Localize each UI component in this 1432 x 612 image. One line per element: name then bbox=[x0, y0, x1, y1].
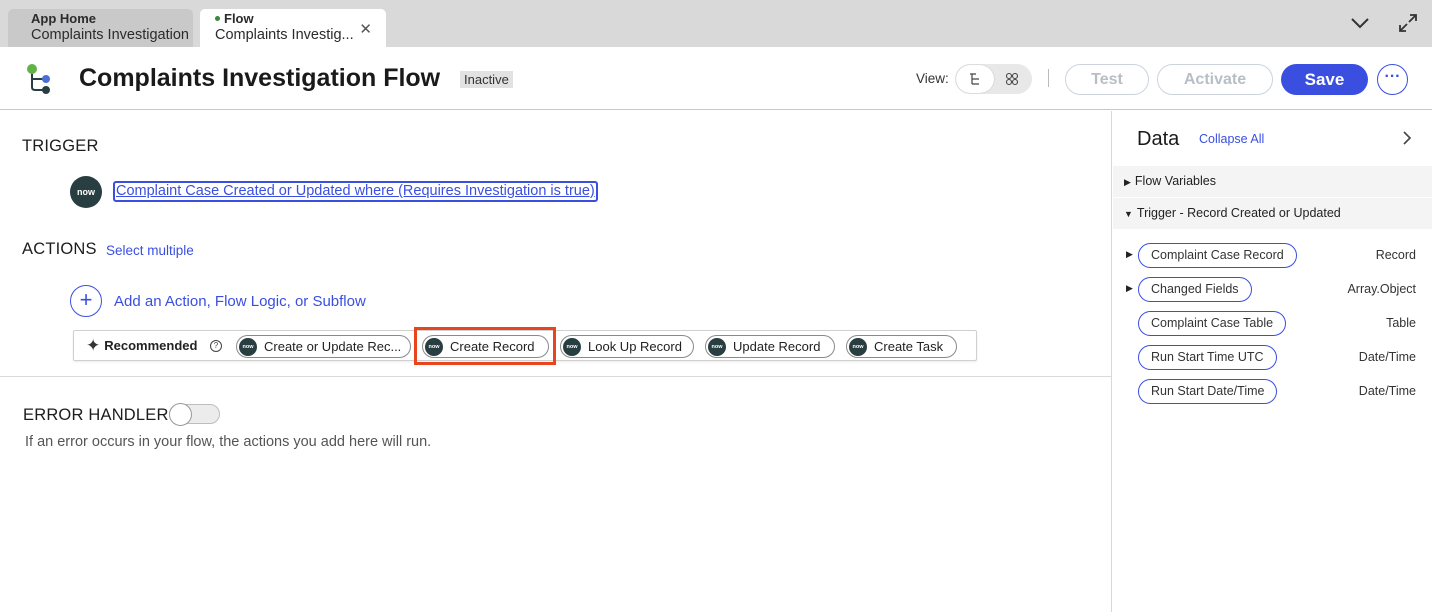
section-divider bbox=[0, 376, 1111, 377]
tab-title: Complaints Investig... bbox=[215, 27, 354, 43]
tab-label: App Home bbox=[31, 11, 96, 26]
recommended-label: Recommended bbox=[104, 338, 198, 353]
collapse-all-link[interactable]: Collapse All bbox=[1199, 132, 1264, 146]
data-panel: Data Collapse All ▶ Flow Variables ▼ Trigg… bbox=[1111, 111, 1432, 612]
trigger-section-title: TRIGGER bbox=[22, 137, 99, 155]
flow-canvas: TRIGGER now Complaint Case Created or Up… bbox=[0, 111, 1111, 612]
close-icon[interactable]: ✕ bbox=[359, 20, 372, 38]
sparkle-icon: ✦ bbox=[86, 335, 101, 355]
error-handler-description: If an error occurs in your flow, the act… bbox=[25, 434, 432, 450]
caret-right-icon: ▶ bbox=[1124, 177, 1131, 187]
chevron-down-icon[interactable] bbox=[1348, 11, 1372, 35]
data-type-label: Record bbox=[1375, 248, 1416, 262]
data-pill-complaint-case-table[interactable]: Complaint Case Table bbox=[1138, 311, 1287, 336]
now-logo-icon: now bbox=[70, 176, 102, 208]
data-type-label: Date/Time bbox=[1358, 384, 1416, 398]
caret-right-icon[interactable]: ▶ bbox=[1126, 283, 1133, 294]
help-icon[interactable]: ? bbox=[210, 340, 222, 352]
select-multiple-link[interactable]: Select multiple bbox=[106, 243, 194, 258]
trigger-link[interactable]: Complaint Case Created or Updated where … bbox=[113, 181, 598, 202]
tab-label: Flow bbox=[224, 11, 254, 26]
tab-flow[interactable]: Flow Complaints Investig... ✕ bbox=[200, 9, 386, 47]
view-label: View: bbox=[916, 71, 949, 86]
recommended-create-or-update-record[interactable]: now Create or Update Rec... bbox=[236, 335, 411, 358]
diagram-view-icon[interactable] bbox=[993, 65, 1031, 93]
data-pill-complaint-case-record[interactable]: Complaint Case Record bbox=[1138, 243, 1297, 268]
activate-button[interactable]: Activate bbox=[1157, 64, 1273, 95]
data-type-label: Table bbox=[1386, 316, 1416, 330]
chevron-right-icon[interactable] bbox=[1402, 130, 1412, 151]
view-toggle[interactable] bbox=[955, 64, 1032, 94]
now-logo-icon: now bbox=[708, 338, 726, 356]
save-button[interactable]: Save bbox=[1281, 64, 1368, 95]
actions-section-title: ACTIONS bbox=[22, 240, 97, 258]
expand-icon[interactable] bbox=[1396, 11, 1420, 35]
test-button[interactable]: Test bbox=[1065, 64, 1149, 95]
data-panel-title: Data bbox=[1137, 128, 1180, 150]
now-logo-icon: now bbox=[849, 338, 867, 356]
recommended-create-task[interactable]: now Create Task bbox=[846, 335, 957, 358]
data-pill-changed-fields[interactable]: Changed Fields bbox=[1138, 277, 1252, 302]
tab-app-home[interactable]: App Home Complaints Investigation bbox=[8, 9, 193, 47]
data-pill-run-start-time-utc[interactable]: Run Start Time UTC bbox=[1138, 345, 1277, 370]
tree-view-icon[interactable] bbox=[956, 65, 994, 93]
data-type-label: Array.Object bbox=[1347, 282, 1416, 296]
error-handler-toggle[interactable] bbox=[169, 403, 220, 426]
status-badge: Inactive bbox=[460, 71, 513, 88]
add-action-icon[interactable]: + bbox=[70, 285, 102, 317]
error-handler-title: ERROR HANDLER bbox=[23, 406, 169, 424]
toggle-knob bbox=[169, 403, 192, 426]
caret-down-icon: ▼ bbox=[1124, 209, 1133, 219]
tab-title: Complaints Investigation bbox=[31, 27, 189, 43]
flow-header: Complaints Investigation Flow Inactive V… bbox=[0, 47, 1432, 110]
trigger-data-section[interactable]: ▼ Trigger - Record Created or Updated bbox=[1113, 198, 1432, 229]
now-logo-icon: now bbox=[563, 338, 581, 356]
add-action-link[interactable]: Add an Action, Flow Logic, or Subflow bbox=[114, 293, 366, 310]
tab-bar: App Home Complaints Investigation Flow C… bbox=[0, 0, 1432, 47]
page-title: Complaints Investigation Flow bbox=[79, 64, 441, 92]
active-dot-icon bbox=[215, 16, 220, 22]
recommended-look-up-record[interactable]: now Look Up Record bbox=[560, 335, 694, 358]
recommended-update-record[interactable]: now Update Record bbox=[705, 335, 835, 358]
flow-variables-section[interactable]: ▶ Flow Variables bbox=[1113, 166, 1432, 197]
caret-right-icon[interactable]: ▶ bbox=[1126, 249, 1133, 260]
data-type-label: Date/Time bbox=[1358, 350, 1416, 364]
now-logo-icon: now bbox=[239, 338, 257, 356]
flow-designer-logo-icon bbox=[27, 64, 50, 94]
more-options-button[interactable]: ··· bbox=[1377, 64, 1408, 95]
divider bbox=[1048, 69, 1049, 87]
data-pill-run-start-date-time[interactable]: Run Start Date/Time bbox=[1138, 379, 1278, 404]
highlight-box bbox=[414, 327, 556, 365]
